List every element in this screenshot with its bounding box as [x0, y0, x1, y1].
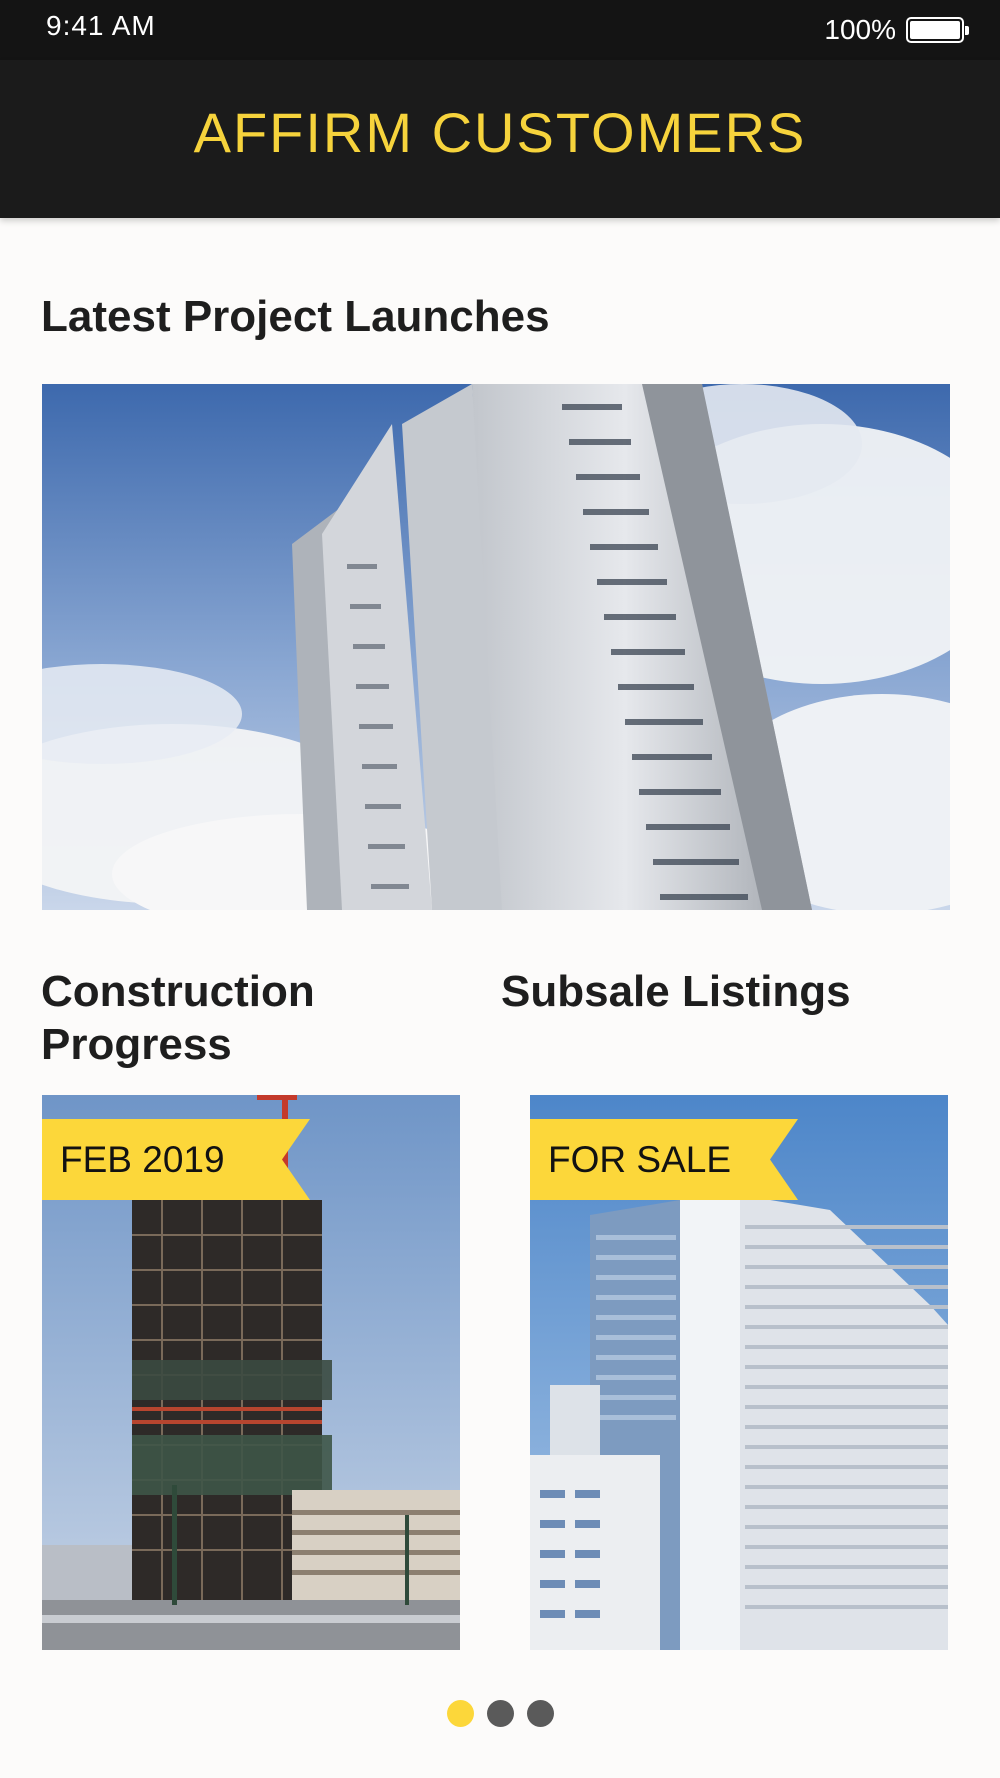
badge-for-sale: FOR SALE	[530, 1119, 798, 1200]
tower-photo	[42, 384, 950, 910]
battery-percentage: 100%	[824, 14, 896, 45]
section-title-subsale-listings: Subsale Listings	[501, 967, 851, 1016]
battery-fill	[910, 21, 960, 39]
badge-date: FEB 2019	[42, 1119, 310, 1200]
subsale-listing-card[interactable]: FOR SALE	[530, 1095, 948, 1650]
app-header: AFFIRM CUSTOMERS	[0, 60, 1000, 218]
status-bar: 9:41 AM 100%	[0, 0, 1000, 60]
status-time: 9:41 AM	[46, 10, 156, 41]
section-title-construction-progress: Construction Progress	[41, 967, 315, 1069]
page-dot-2[interactable]	[486, 1700, 514, 1727]
construction-progress-card[interactable]: FEB 2019	[42, 1095, 460, 1650]
status-indicators: 100%	[824, 10, 969, 50]
section-title-latest-launches: Latest Project Launches	[41, 292, 550, 341]
page-dot-3[interactable]	[526, 1700, 554, 1727]
app-title: AFFIRM CUSTOMERS	[193, 101, 807, 164]
battery-icon	[906, 17, 969, 43]
page-dot-1[interactable]	[446, 1700, 474, 1727]
page-indicator[interactable]	[0, 1700, 1000, 1727]
latest-launch-card[interactable]	[42, 384, 950, 910]
